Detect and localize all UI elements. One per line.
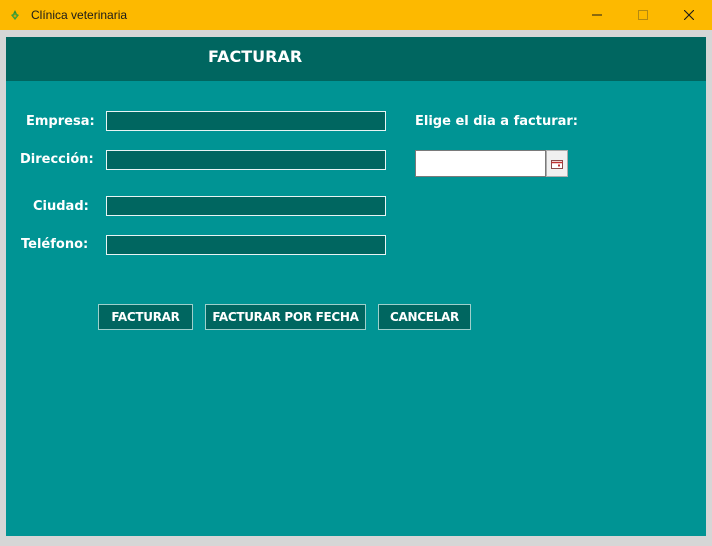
direccion-label: Dirección: (20, 152, 94, 167)
maximize-icon (638, 10, 648, 20)
telefono-field[interactable] (106, 235, 386, 255)
ciudad-label: Ciudad: (33, 199, 89, 214)
empresa-field[interactable] (106, 111, 386, 131)
page-title: FACTURAR (208, 47, 303, 66)
date-label: Elige el dia a facturar: (415, 114, 578, 129)
minimize-icon (592, 14, 602, 16)
telefono-label: Teléfono: (21, 237, 89, 252)
app-logo-icon (11, 10, 19, 20)
facturar-button[interactable]: FACTURAR (98, 304, 193, 330)
date-picker-button[interactable] (546, 150, 568, 177)
date-input[interactable] (415, 150, 546, 177)
calendar-icon (551, 159, 563, 169)
billing-panel: FACTURAR Empresa: Dirección: Ciudad: Tel… (6, 37, 706, 536)
window-title: Clínica veterinaria (31, 8, 128, 22)
close-button[interactable] (666, 0, 712, 30)
panel-header: FACTURAR (6, 37, 706, 81)
minimize-button[interactable] (574, 0, 620, 30)
facturar-por-fecha-button[interactable]: FACTURAR POR FECHA (205, 304, 366, 330)
maximize-button[interactable] (620, 0, 666, 30)
direccion-field[interactable] (106, 150, 386, 170)
ciudad-field[interactable] (106, 196, 386, 216)
cancelar-button[interactable]: CANCELAR (378, 304, 471, 330)
close-icon (684, 10, 694, 20)
empresa-label: Empresa: (26, 114, 95, 129)
window-titlebar[interactable]: Clínica veterinaria (0, 0, 712, 30)
